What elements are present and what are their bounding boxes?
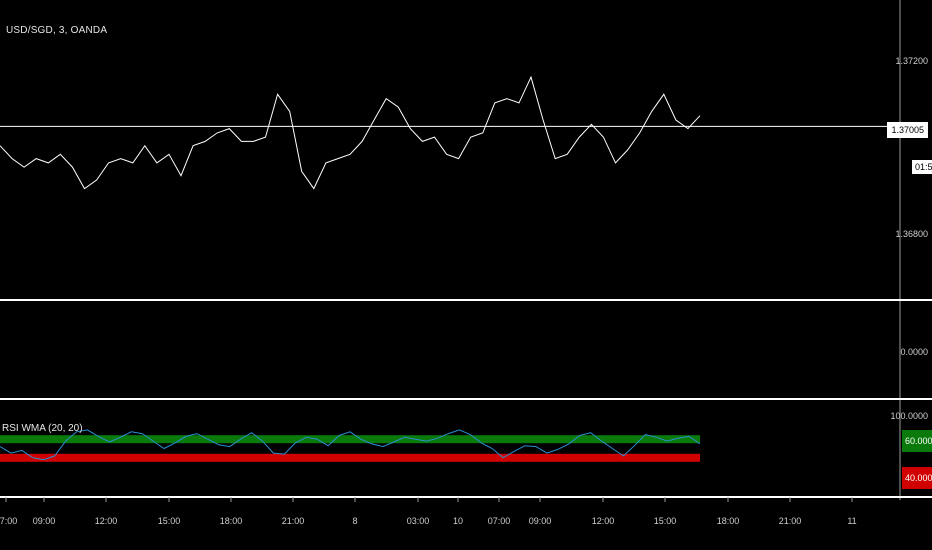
time-axis-label: 15:00 [157, 516, 181, 526]
rsi-lower-level-band [0, 453, 700, 462]
time-axis-label: 07:00 [487, 516, 511, 526]
time-axis-label: 10 [452, 516, 464, 526]
time-axis-label: 8 [352, 516, 358, 526]
price-series-line[interactable] [0, 75, 701, 190]
time-axis-label: 07:00 [0, 516, 18, 526]
time-axis-label: 09:00 [528, 516, 552, 526]
time-axis-label: 12:00 [94, 516, 118, 526]
time-axis-label: 18:00 [716, 516, 740, 526]
time-axis-label: 12:00 [591, 516, 615, 526]
rsi-indicator-title[interactable]: RSI WMA (20, 20) [2, 423, 83, 434]
symbol-title[interactable]: USD/SGD, 3, OANDA [6, 25, 107, 36]
rsi-upper-level-badge: 60.0000 [902, 430, 932, 452]
time-axis-label: 03:00 [406, 516, 430, 526]
rsi-scale-label-top: 100.0000 [890, 411, 928, 421]
trading-chart[interactable]: USD/SGD, 3, OANDA RSI WMA (20, 20) 1.372… [0, 0, 932, 550]
chart-canvas[interactable] [0, 0, 932, 550]
time-axis-label: 11 [847, 516, 857, 526]
time-axis-label: 18:00 [219, 516, 243, 526]
price-scale-label-top: 1.37200 [895, 56, 928, 66]
middle-pane-zero-label: 0.0000 [900, 347, 928, 357]
time-axis-label: 15:00 [653, 516, 677, 526]
time-axis-label: 21:00 [778, 516, 802, 526]
time-axis-label: 21:00 [281, 516, 305, 526]
time-axis-label: 09:00 [32, 516, 56, 526]
price-scale-label-low: 1.36800 [895, 229, 928, 239]
current-price-tag: 1.37005 [887, 122, 928, 138]
rsi-lower-level-badge: 40.0000 [902, 467, 932, 489]
bar-countdown-tag: 01:55 [912, 160, 932, 174]
